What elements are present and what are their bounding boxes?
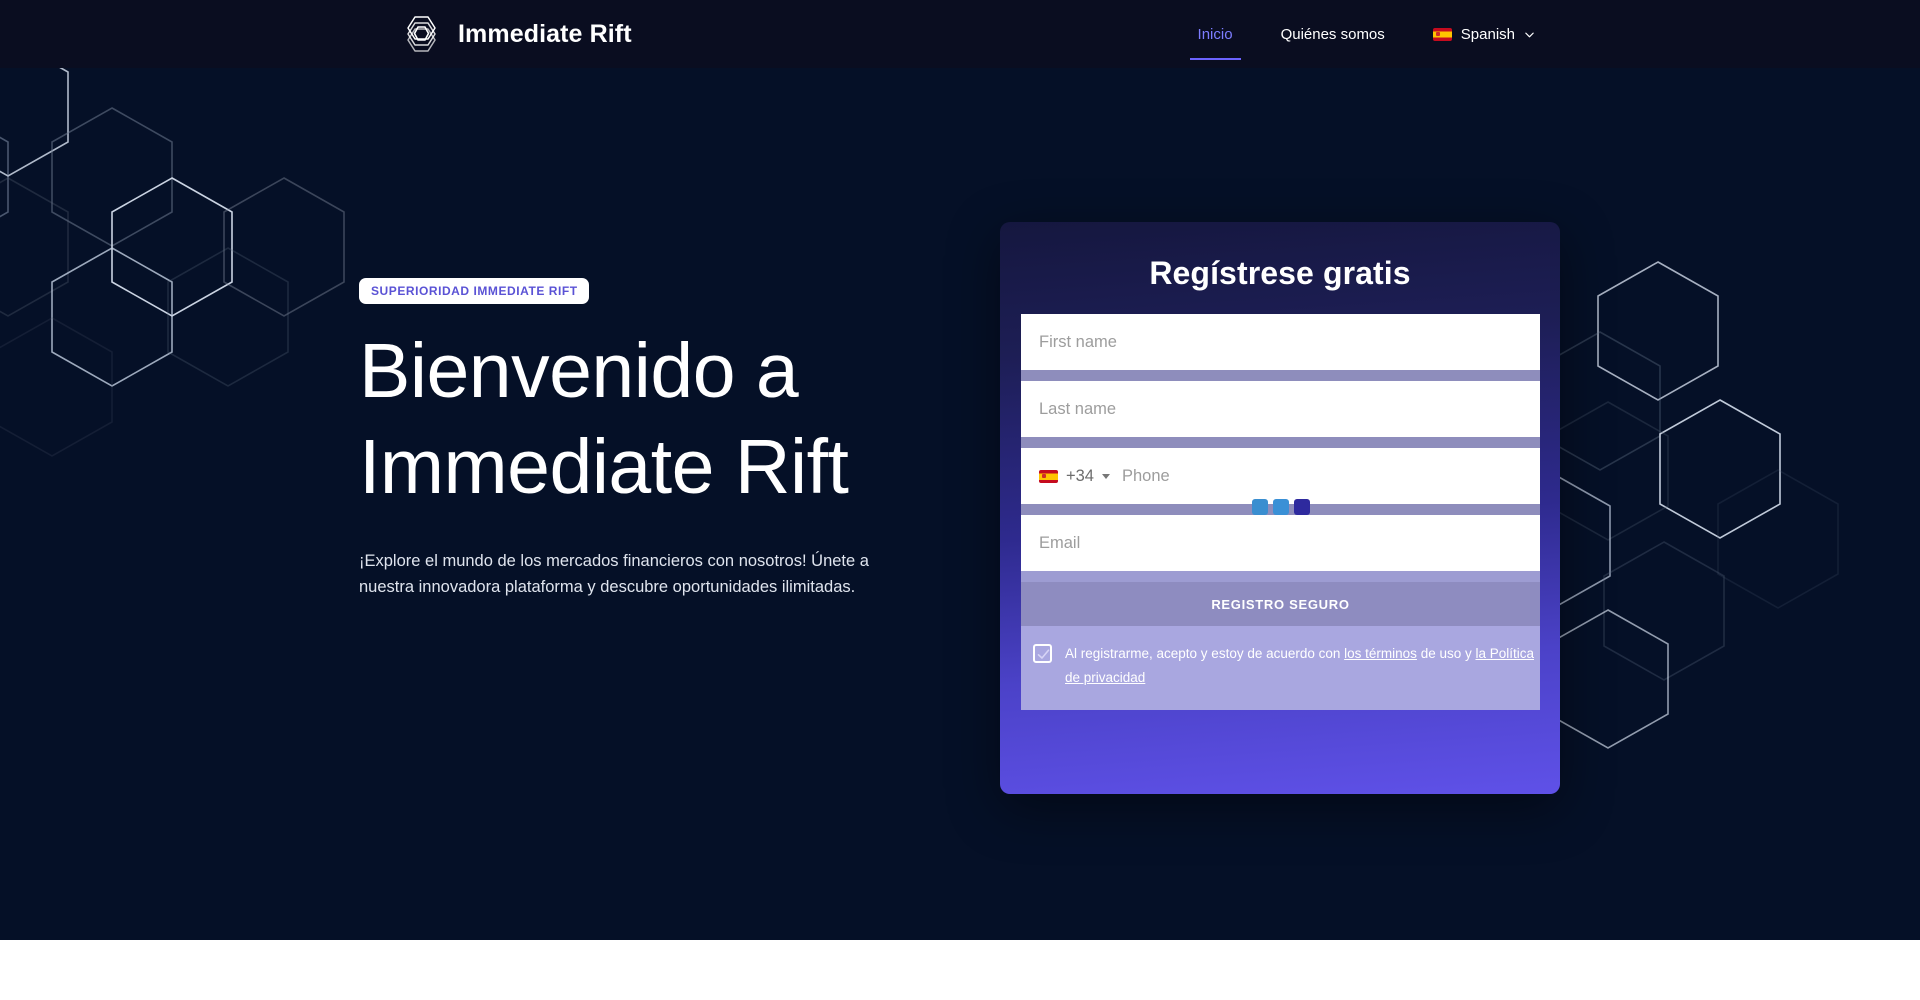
phone-placeholder: Phone — [1122, 466, 1170, 485]
hero-copy: SUPERIORIDAD IMMEDIATE RIFT Bienvenido a… — [359, 278, 919, 600]
terms-row: Al registrarme, acepto y estoy de acuerd… — [1021, 626, 1540, 710]
signup-form: First name Last name +34 Phone Email REG… — [1021, 314, 1540, 710]
hexagon-pattern-background — [0, 37, 1839, 749]
hero-badge: SUPERIORIDAD IMMEDIATE RIFT — [359, 278, 589, 304]
field-divider — [1021, 499, 1540, 515]
page-footer-band — [0, 940, 1920, 1000]
brand[interactable]: Immediate Rift — [398, 11, 632, 57]
signup-card: Regístrese gratis First name Last name +… — [1000, 222, 1560, 794]
terms-text: Al registrarme, acepto y estoy de acuerd… — [1065, 642, 1540, 690]
field-divider — [1021, 370, 1540, 381]
terms-link[interactable]: los términos — [1344, 646, 1417, 661]
field-divider — [1021, 571, 1540, 582]
check-icon — [1037, 649, 1050, 659]
hero-section: SUPERIORIDAD IMMEDIATE RIFT Bienvenido a… — [0, 0, 1920, 940]
terms-prefix: Al registrarme, acepto y estoy de acuerd… — [1065, 646, 1345, 661]
nav-item-inicio[interactable]: Inicio — [1189, 26, 1241, 60]
email-field[interactable]: Email — [1021, 515, 1540, 571]
field-divider — [1021, 437, 1540, 448]
email-placeholder: Email — [1039, 533, 1081, 552]
terms-checkbox[interactable] — [1033, 644, 1052, 663]
progress-dot — [1293, 499, 1310, 515]
hexagon-layers-logo-icon — [407, 16, 436, 52]
signup-title: Regístrese gratis — [1149, 255, 1411, 291]
spain-flag-icon — [1039, 469, 1058, 483]
nav-item-quienes-somos[interactable]: Quiénes somos — [1281, 26, 1385, 43]
page-title: Bienvenido a Immediate Rift — [359, 328, 849, 510]
phone-field[interactable]: +34 Phone — [1021, 448, 1540, 504]
site-header: Immediate Rift Inicio Quiénes somos Span… — [0, 0, 1920, 68]
terms-middle: de uso y — [1416, 646, 1476, 661]
first-name-field[interactable]: First name — [1021, 314, 1540, 370]
language-label: Spanish — [1460, 25, 1515, 43]
first-name-placeholder: First name — [1039, 332, 1117, 351]
main-nav: Inicio Quiénes somos Spanish — [1189, 0, 1920, 68]
progress-dot — [1251, 499, 1268, 515]
progress-dots — [1251, 499, 1310, 515]
last-name-field[interactable]: Last name — [1021, 381, 1540, 437]
last-name-placeholder: Last name — [1039, 399, 1117, 418]
progress-dot — [1272, 499, 1289, 515]
chevron-down-icon — [1525, 32, 1534, 37]
brand-name: Immediate Rift — [458, 19, 632, 48]
spain-flag-icon — [1432, 27, 1452, 41]
submit-button[interactable]: REGISTRO SEGURO — [1021, 582, 1540, 626]
chevron-down-icon — [1102, 473, 1110, 479]
phone-dial-code: +34 — [1066, 466, 1094, 485]
hero-subtext: ¡Explore el mundo de los mercados financ… — [359, 552, 869, 596]
language-selector[interactable]: Spanish — [1432, 25, 1535, 43]
phone-country-selector[interactable]: +34 — [1039, 467, 1110, 486]
